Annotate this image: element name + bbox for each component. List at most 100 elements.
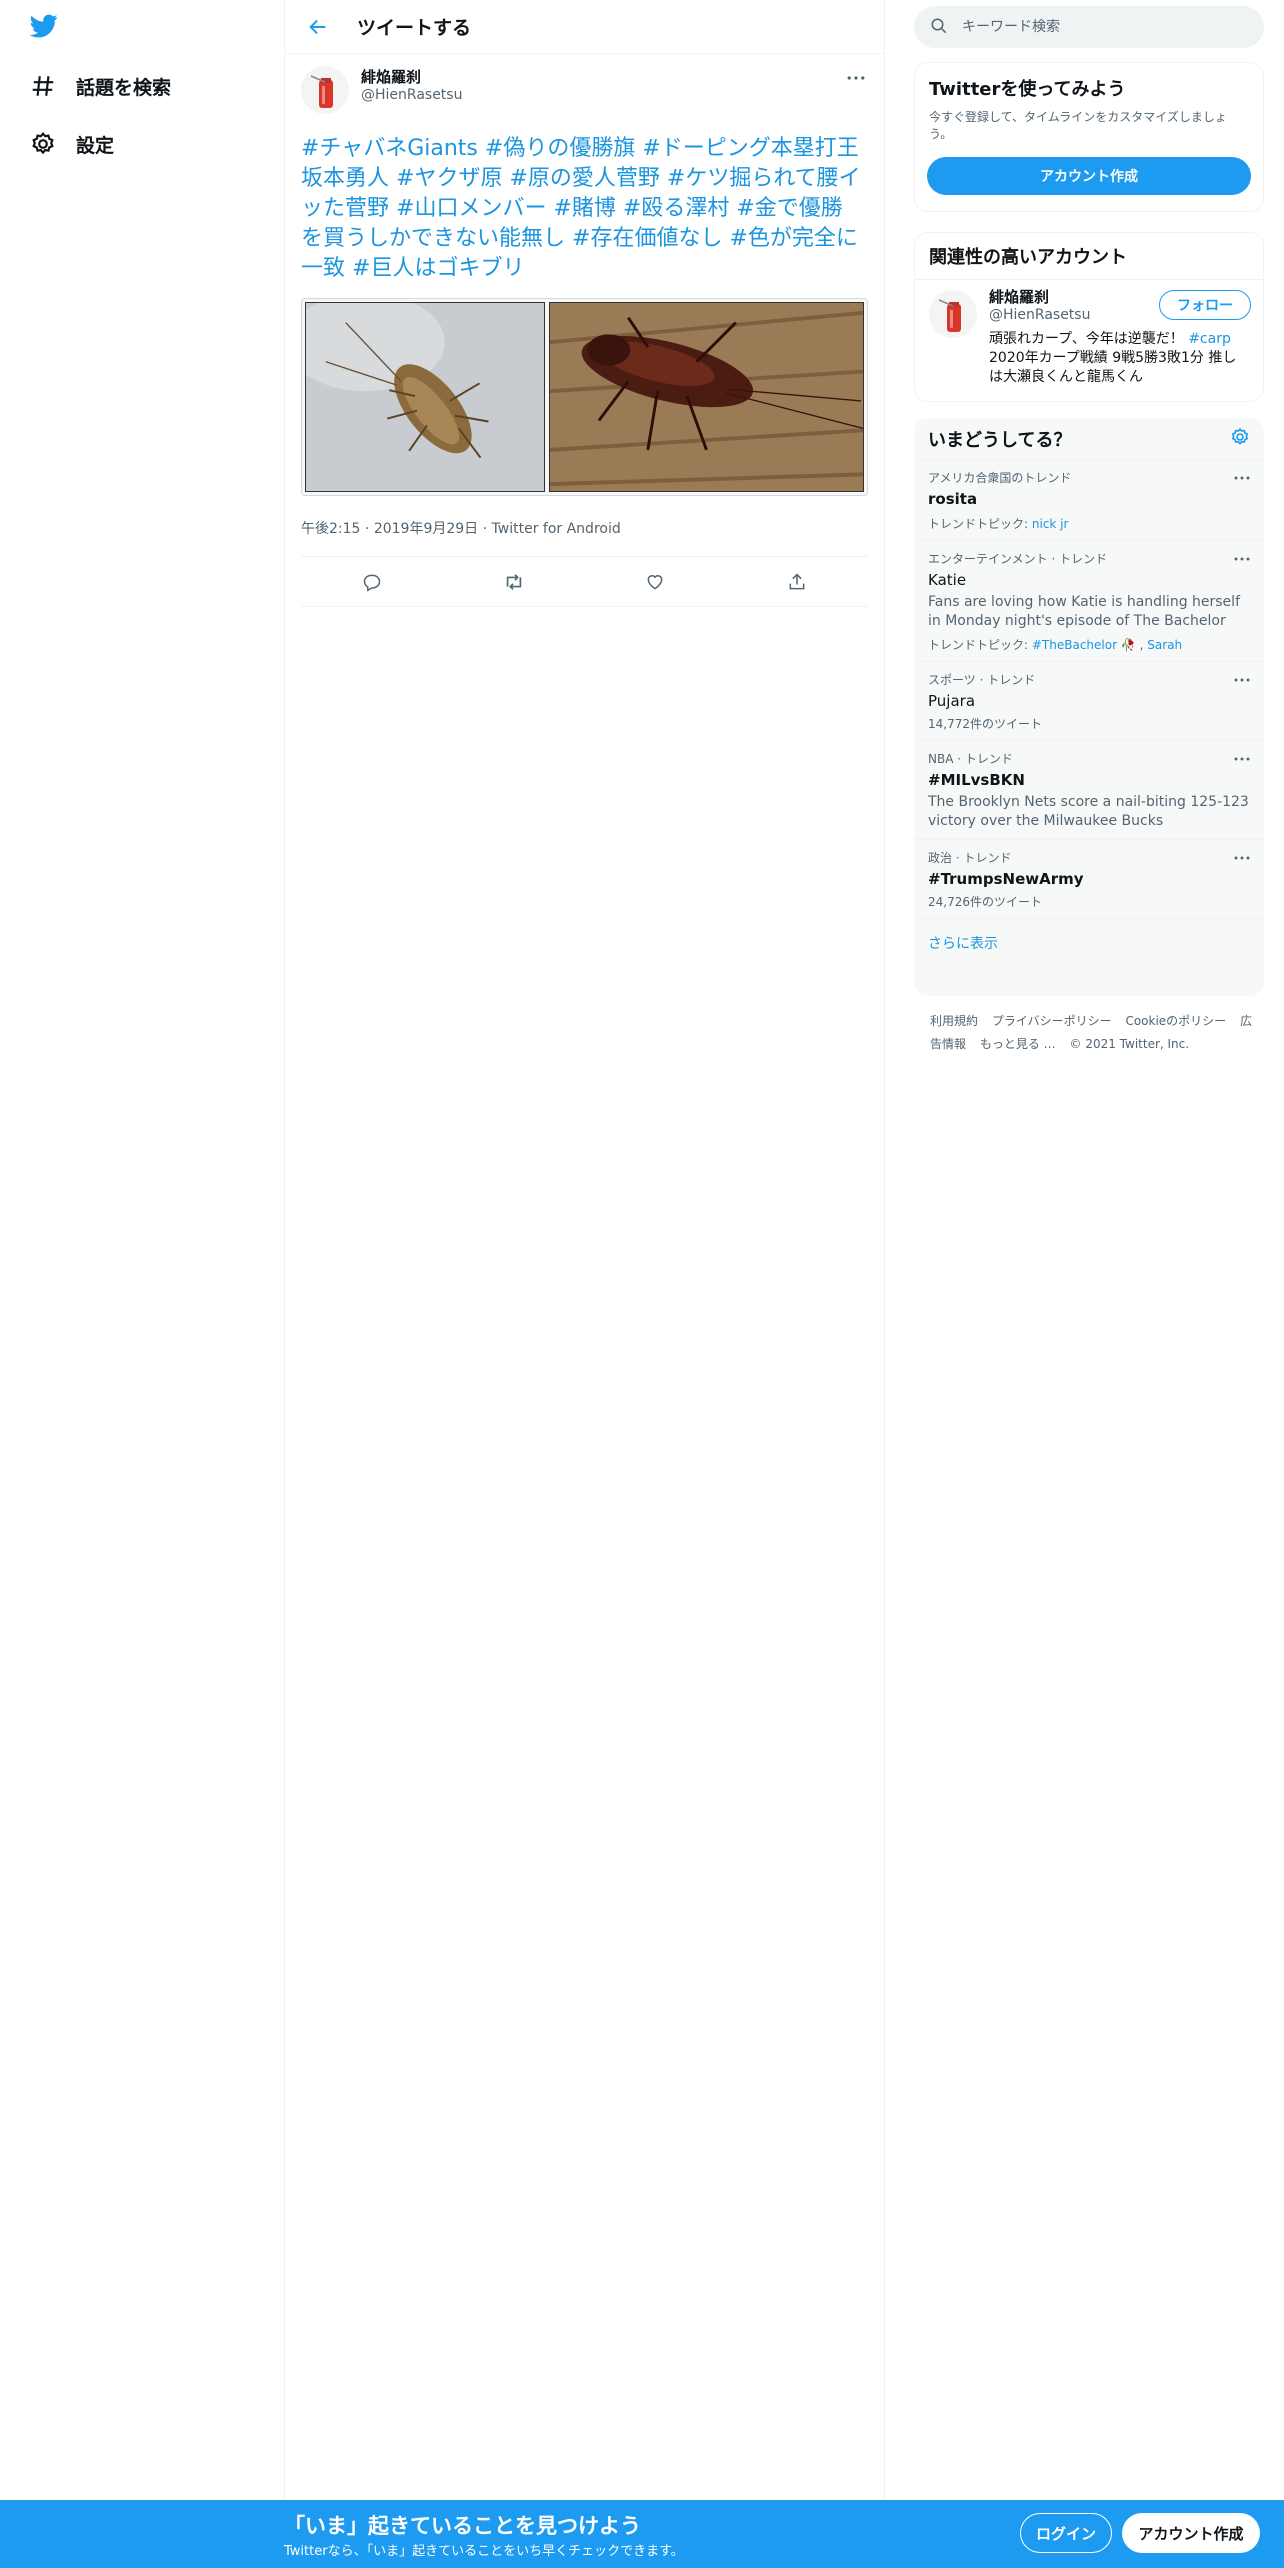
trend-item[interactable]: NBA · トレンド #MILvsBKN The Brooklyn Nets s… xyxy=(914,741,1264,840)
tweet-source[interactable]: Twitter for Android xyxy=(492,521,621,537)
tweet-media xyxy=(301,298,868,496)
more-horizontal-icon[interactable] xyxy=(1232,470,1252,486)
trend-item[interactable]: スポーツ · トレンド Pujara 14,772件のツイート xyxy=(914,662,1264,741)
footer-link-cookies[interactable]: Cookieのポリシー xyxy=(1125,1014,1226,1028)
media-image-german-cockroach[interactable] xyxy=(305,302,545,492)
hashtag-link[interactable]: #原の愛人菅野 xyxy=(509,166,659,191)
hashtag-link[interactable]: #山口メンバー xyxy=(396,196,546,221)
trend-name: Pujara xyxy=(928,692,976,710)
footer-link-more[interactable]: もっと見る … xyxy=(980,1037,1056,1051)
tweet-time[interactable]: 午後2:15 xyxy=(301,521,360,537)
trend-meta: NBA · トレンド xyxy=(928,752,1013,766)
nav-label-settings: 設定 xyxy=(76,134,115,157)
more-horizontal-icon[interactable] xyxy=(844,68,868,88)
more-horizontal-icon[interactable] xyxy=(1232,850,1252,866)
hashtag-link[interactable]: #存在価値なし xyxy=(572,226,722,251)
copyright: © 2021 Twitter, Inc. xyxy=(1069,1037,1190,1051)
author-name[interactable]: 緋焔羅刹 xyxy=(361,68,462,86)
more-horizontal-icon[interactable] xyxy=(1232,672,1252,688)
trend-item[interactable]: エンターテインメント · トレンド Katie Fans are loving … xyxy=(914,541,1264,662)
avatar[interactable] xyxy=(301,66,349,114)
trend-item[interactable]: アメリカ合衆国のトレンド rosita トレンドトピック: nick jr xyxy=(914,460,1264,541)
more-horizontal-icon[interactable] xyxy=(1232,751,1252,767)
create-account-button[interactable]: アカウント作成 xyxy=(927,157,1251,195)
separator: · xyxy=(482,521,488,537)
banner-title: 「いま」起きていることを見つけよう xyxy=(284,2514,641,2538)
bio-text: 頑張れカープ、今年は逆襲だ！ xyxy=(989,331,1184,347)
retweet-icon[interactable] xyxy=(496,564,532,600)
trend-name: #TrumpsNewArmy xyxy=(928,870,1084,888)
footer-links: 利用規約 プライバシーポリシー Cookieのポリシー 広告情報 もっと見る …… xyxy=(930,1010,1260,1056)
arrow-left-icon[interactable] xyxy=(301,10,335,44)
hashtag-icon xyxy=(28,71,58,101)
trend-topics: トレンドトピック: #TheBachelor 🥀 , Sarah xyxy=(928,637,1250,653)
more-horizontal-icon[interactable] xyxy=(1232,551,1252,567)
tweet-date[interactable]: 2019年9月29日 xyxy=(374,521,478,537)
tweet-text: #チャバネGiants #偽りの優勝旗 #ドーピング本塁打王坂本勇人 #ヤクザ原… xyxy=(301,134,868,284)
hashtag-link[interactable]: #チャバネGiants xyxy=(301,136,478,161)
footer-link-terms[interactable]: 利用規約 xyxy=(930,1014,978,1028)
follow-button[interactable]: フォロー xyxy=(1159,290,1251,320)
trend-meta: 政治 · トレンド xyxy=(928,851,1012,865)
trend-meta: エンターテインメント · トレンド xyxy=(928,552,1108,566)
nav-item-explore[interactable]: 話題を検索 xyxy=(28,66,171,106)
author-handle[interactable]: @HienRasetsu xyxy=(361,86,462,104)
trend-topics-label: トレンドトピック: xyxy=(928,517,1029,531)
related-accounts-card: 関連性の高いアカウント 緋焔羅刹 @HienRasetsu 頑張れカープ、今年は… xyxy=(914,232,1264,402)
trends-card: いまどうしてる？ アメリカ合衆国のトレンド rosita トレンドトピック: n… xyxy=(914,418,1264,996)
trend-topics: トレンドトピック: nick jr xyxy=(928,516,1250,532)
trend-topic-link[interactable]: nick jr xyxy=(1032,517,1069,531)
reply-icon[interactable] xyxy=(354,564,390,600)
trend-topic-link[interactable]: Sarah xyxy=(1147,638,1182,652)
trends-header: いまどうしてる？ xyxy=(914,418,1264,460)
page-title: ツイートする xyxy=(357,17,472,39)
signup-card: Twitterを使ってみよう 今すぐ登録して、タイムラインをカスタマイズしましょ… xyxy=(914,62,1264,212)
gear-icon[interactable] xyxy=(1230,427,1250,451)
tweet-actions xyxy=(301,557,868,607)
gear-icon xyxy=(28,129,58,159)
related-bio: 頑張れカープ、今年は逆襲だ！ #carp 2020年カープ戦績 9戦5勝3敗1分… xyxy=(989,330,1249,387)
like-icon[interactable] xyxy=(637,564,673,600)
trend-name: #MILvsBKN xyxy=(928,771,1025,789)
footer-link-privacy[interactable]: プライバシーポリシー xyxy=(992,1014,1112,1028)
share-icon[interactable] xyxy=(779,564,815,600)
hashtag-link[interactable]: #賭博 xyxy=(553,196,615,221)
hashtag-link[interactable]: #巨人はゴキブリ xyxy=(352,256,524,281)
trend-count: 24,726件のツイート xyxy=(928,895,1042,909)
avatar[interactable] xyxy=(929,290,977,338)
show-more-link[interactable]: さらに表示 xyxy=(914,919,1264,967)
tweet-timestamp: 午後2:15 · 2019年9月29日 · Twitter for Androi… xyxy=(301,518,868,557)
search-icon xyxy=(930,17,950,37)
main-column: ツイートする 緋焔羅刹 @HienRasetsu #チャバネGiants #偽り… xyxy=(284,0,885,2500)
trend-meta: アメリカ合衆国のトレンド xyxy=(928,471,1072,485)
trend-topics-label: トレンドトピック: xyxy=(928,638,1029,652)
related-account[interactable]: 緋焔羅刹 @HienRasetsu 頑張れカープ、今年は逆襲だ！ #carp 2… xyxy=(915,280,1263,387)
media-image-american-cockroach[interactable] xyxy=(549,302,864,492)
hashtag-link[interactable]: #偽りの優勝旗 xyxy=(485,136,635,161)
left-nav: 話題を検索 設定 xyxy=(0,0,284,2500)
trend-description: Fans are loving how Katie is handling he… xyxy=(928,594,1240,629)
tweet-author: 緋焔羅刹 @HienRasetsu xyxy=(301,66,868,114)
twitter-bird-icon[interactable] xyxy=(28,12,64,44)
search-input[interactable] xyxy=(962,19,1242,35)
banner-subtitle: Twitterなら、「いま」起きていることをいち早くチェックできます。 xyxy=(284,2544,684,2559)
bottom-signup-banner: 「いま」起きていることを見つけよう Twitterなら、「いま」起きていることを… xyxy=(0,2500,1284,2568)
trend-name: Katie xyxy=(928,571,967,589)
separator: · xyxy=(364,521,370,537)
separator: , xyxy=(1139,638,1144,652)
bio-text: 2020年カープ戦績 9戦5勝3敗1分 推しは大瀬良くんと龍馬くん xyxy=(989,350,1237,385)
trend-item[interactable]: 政治 · トレンド #TrumpsNewArmy 24,726件のツイート xyxy=(914,840,1264,919)
trend-name: rosita xyxy=(928,490,978,508)
trend-meta: スポーツ · トレンド xyxy=(928,673,1036,687)
main-header: ツイートする xyxy=(285,0,884,54)
rose-emoji-icon: 🥀 xyxy=(1120,638,1136,652)
hashtag-link[interactable]: #ヤクザ原 xyxy=(396,166,502,191)
nav-item-settings[interactable]: 設定 xyxy=(28,124,114,164)
hashtag-link[interactable]: #殴る澤村 xyxy=(623,196,729,221)
nav-label-explore: 話題を検索 xyxy=(76,76,172,99)
signup-button[interactable]: アカウント作成 xyxy=(1122,2513,1260,2553)
trend-description: The Brooklyn Nets score a nail-biting 12… xyxy=(928,794,1249,829)
login-button[interactable]: ログイン xyxy=(1020,2513,1112,2553)
hashtag-link[interactable]: #carp xyxy=(1188,331,1231,347)
trend-topic-link[interactable]: #TheBachelor xyxy=(1032,638,1117,652)
